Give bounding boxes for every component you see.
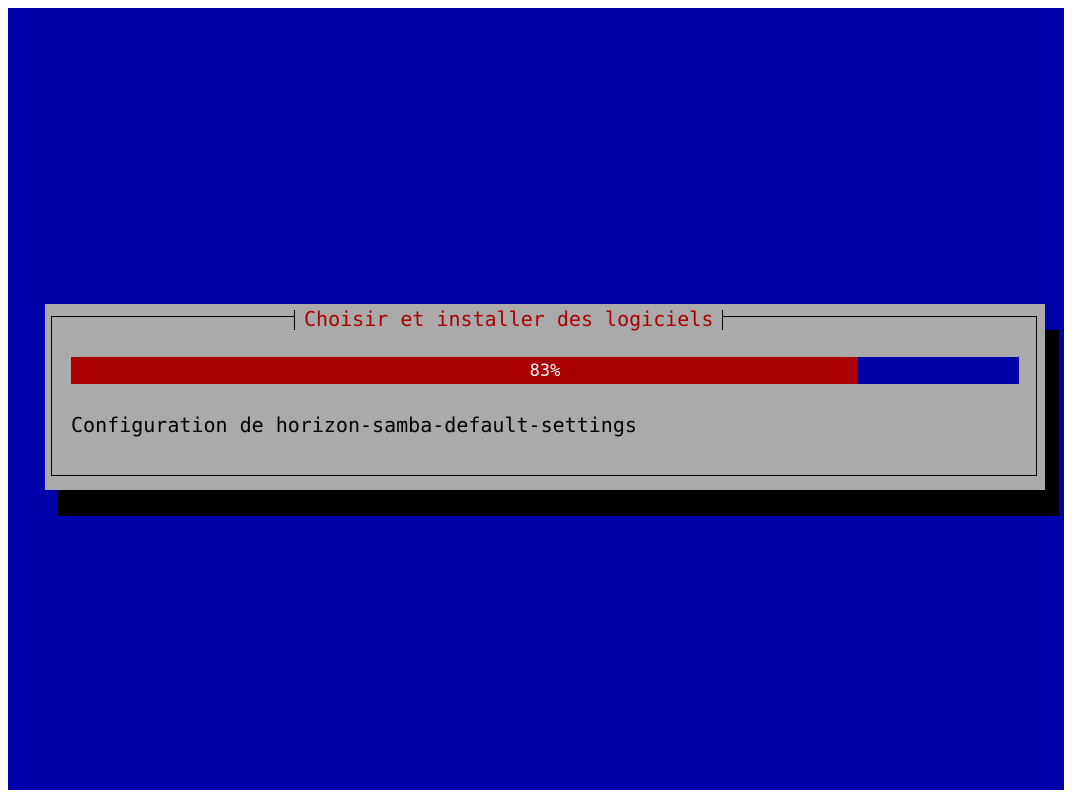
dialog-title: Choisir et installer des logiciels (294, 306, 724, 331)
progress-bar: 83% (71, 357, 1019, 384)
title-left-bracket (294, 310, 295, 330)
status-text: Configuration de horizon-samba-default-s… (71, 413, 637, 437)
dialog-title-text: Choisir et installer des logiciels (304, 307, 714, 331)
progress-percent-label: 83% (529, 361, 561, 381)
dialog-frame (51, 316, 1037, 476)
title-right-bracket (722, 310, 724, 330)
installer-screen: Choisir et installer des logiciels 83% C… (8, 8, 1064, 790)
progress-dialog: Choisir et installer des logiciels 83% C… (45, 304, 1045, 490)
